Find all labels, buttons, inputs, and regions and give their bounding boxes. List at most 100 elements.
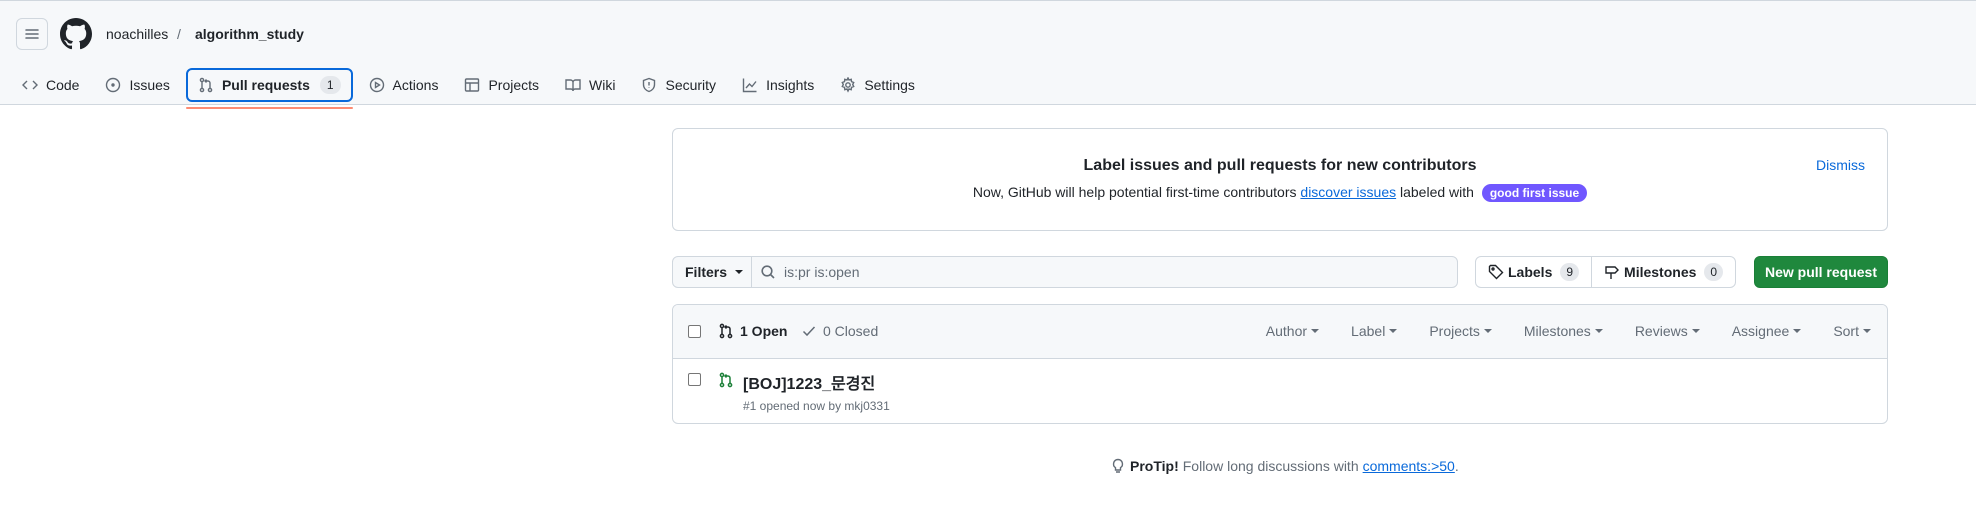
- tag-icon: [1488, 264, 1504, 280]
- tab-issues[interactable]: Issues: [95, 68, 179, 102]
- pr-count-badge: 1: [319, 76, 341, 94]
- assignee-filter[interactable]: Assignee: [1732, 323, 1802, 339]
- protip-link[interactable]: comments:>50: [1363, 458, 1455, 474]
- play-icon: [369, 77, 384, 93]
- search-input[interactable]: [784, 264, 1384, 280]
- tab-pull-requests[interactable]: Pull requests 1: [185, 68, 353, 109]
- graph-icon: [742, 78, 757, 93]
- protip-end: .: [1454, 458, 1459, 474]
- pull-request-list: 1 Open 0 Closed Author Label Projects Mi…: [672, 304, 1888, 424]
- tab-code[interactable]: Code: [12, 68, 89, 102]
- good-first-issue-label[interactable]: good first issue: [1481, 184, 1588, 202]
- caret-down-icon: [735, 270, 744, 274]
- discover-issues-link[interactable]: discover issues: [1300, 184, 1396, 200]
- sort-label: Label: [1351, 323, 1386, 339]
- issue-opened-icon: [106, 77, 121, 93]
- tab-label: Settings: [864, 77, 915, 93]
- caret-down-icon: [1691, 329, 1700, 333]
- milestones-count: 0: [1704, 263, 1724, 281]
- select-all-checkbox[interactable]: [688, 325, 701, 338]
- breadcrumb-separator: /: [177, 26, 181, 42]
- tab-label: Issues: [129, 77, 170, 93]
- labels-button[interactable]: Labels 9: [1476, 257, 1591, 287]
- tab-projects[interactable]: Projects: [454, 68, 549, 102]
- tab-wiki[interactable]: Wiki: [555, 68, 625, 102]
- tab-label: Wiki: [589, 77, 616, 93]
- milestones-button[interactable]: Milestones 0: [1591, 257, 1735, 287]
- reviews-filter[interactable]: Reviews: [1635, 323, 1700, 339]
- protip: ProTip! Follow long discussions with com…: [1110, 458, 1459, 474]
- labels-label: Labels: [1508, 264, 1553, 280]
- sort-label: Reviews: [1634, 323, 1688, 339]
- sort-label: Author: [1265, 323, 1308, 339]
- caret-down-icon: [1793, 329, 1802, 333]
- tab-label: Actions: [392, 77, 439, 93]
- new-pull-request-button[interactable]: New pull request: [1754, 256, 1888, 288]
- caret-down-icon: [1483, 329, 1492, 333]
- sort-label: Sort: [1833, 323, 1859, 339]
- tab-label: Code: [46, 77, 80, 93]
- breadcrumb-owner[interactable]: noachilles: [106, 24, 168, 44]
- filters-button[interactable]: Filters: [672, 256, 752, 288]
- caret-down-icon: [1389, 329, 1398, 333]
- light-bulb-icon: [1112, 458, 1124, 473]
- label-filter[interactable]: Label: [1351, 323, 1398, 339]
- pr-meta: #1 opened now by mkj0331: [743, 399, 890, 413]
- open-filter[interactable]: 1 Open: [718, 323, 787, 339]
- sort-dropdown[interactable]: Sort: [1833, 323, 1871, 339]
- three-bars-icon: [25, 29, 39, 39]
- list-header: 1 Open 0 Closed Author Label Projects Mi…: [673, 305, 1887, 359]
- banner-text-before: Now, GitHub will help potential first-ti…: [972, 184, 1301, 200]
- tab-security[interactable]: Security: [631, 68, 726, 102]
- open-count: 1 Open: [740, 323, 788, 339]
- git-pull-request-icon: [719, 323, 733, 339]
- tab-label: Insights: [766, 77, 815, 93]
- tab-settings[interactable]: Settings: [830, 68, 925, 102]
- tab-label: Pull requests: [221, 77, 310, 93]
- sort-label: Assignee: [1731, 323, 1790, 339]
- banner-title: Label issues and pull requests for new c…: [1083, 157, 1477, 174]
- caret-down-icon: [1594, 329, 1603, 333]
- table-icon: [465, 78, 480, 92]
- code-icon: [22, 80, 38, 90]
- tab-label: Projects: [488, 77, 540, 93]
- sort-filters: Author Label Projects Milestones Reviews…: [1234, 323, 1871, 339]
- protip-text: Follow long discussions with: [1182, 458, 1359, 474]
- sort-label: Projects: [1429, 323, 1480, 339]
- author-filter[interactable]: Author: [1265, 323, 1320, 339]
- labels-milestones-group: Labels 9 Milestones 0: [1475, 256, 1737, 288]
- milestones-filter[interactable]: Milestones: [1524, 323, 1603, 339]
- gear-icon: [841, 77, 855, 93]
- list-item: [BOJ]1223_문경진 #1 opened now by mkj0331: [673, 360, 1887, 423]
- shield-icon: [643, 77, 656, 93]
- closed-count: 0 Closed: [823, 323, 879, 339]
- banner-description: Now, GitHub will help potential first-ti…: [673, 184, 1887, 202]
- check-icon: [802, 326, 816, 337]
- banner-text-after: labeled with: [1396, 184, 1474, 200]
- projects-filter[interactable]: Projects: [1429, 323, 1492, 339]
- search-box[interactable]: [751, 256, 1458, 288]
- git-pull-request-open-icon: [719, 372, 733, 388]
- tab-actions[interactable]: Actions: [359, 68, 449, 102]
- book-icon: [565, 79, 581, 92]
- breadcrumb-repo[interactable]: algorithm_study: [195, 24, 304, 44]
- pr-title-link[interactable]: [BOJ]1223_문경진: [743, 370, 875, 394]
- caret-down-icon: [1311, 329, 1320, 333]
- closed-filter[interactable]: 0 Closed: [801, 323, 878, 339]
- github-logo-icon[interactable]: [60, 18, 92, 50]
- dismiss-link[interactable]: Dismiss: [1816, 157, 1865, 173]
- contributor-banner: Label issues and pull requests for new c…: [672, 128, 1888, 231]
- filters-label: Filters: [685, 264, 728, 280]
- repo-nav-tabs: Code Issues Pull requests 1 Actions Proj…: [12, 65, 931, 109]
- tab-label: Security: [665, 77, 717, 93]
- git-pull-request-icon: [199, 77, 213, 93]
- caret-down-icon: [1863, 329, 1871, 333]
- tab-insights[interactable]: Insights: [732, 68, 824, 102]
- search-icon: [761, 265, 775, 279]
- repo-header: noachilles / algorithm_study Code Issues…: [0, 0, 1976, 109]
- sort-label: Milestones: [1523, 323, 1591, 339]
- row-checkbox[interactable]: [688, 373, 701, 386]
- labels-count: 9: [1560, 263, 1580, 281]
- protip-label: ProTip!: [1130, 458, 1179, 474]
- hamburger-menu-button[interactable]: [16, 18, 48, 50]
